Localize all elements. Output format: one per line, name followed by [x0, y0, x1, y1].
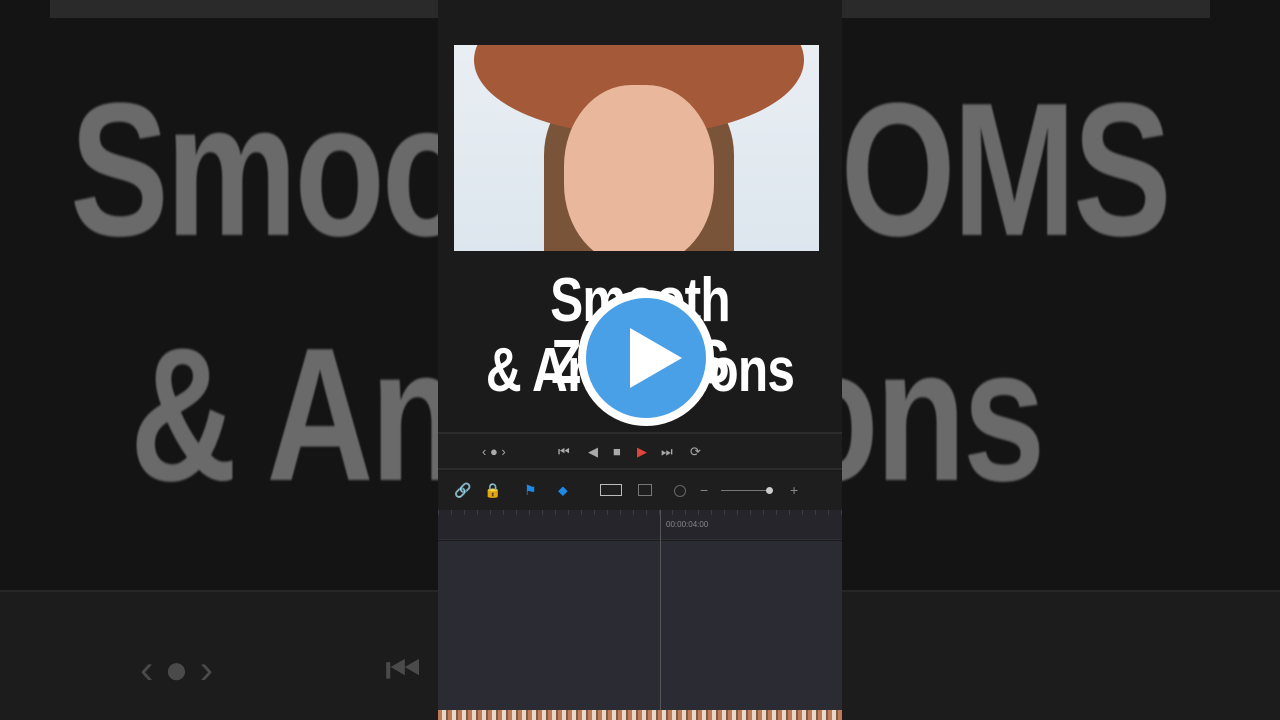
play-button[interactable]	[578, 290, 714, 426]
filmstrip	[438, 710, 842, 720]
lock-icon[interactable]: 🔒	[484, 482, 501, 499]
timeline-tracks[interactable]	[438, 541, 842, 710]
bg-nav: ‹ ● ›	[140, 648, 214, 692]
zoom-detail-icon[interactable]	[638, 484, 652, 496]
play-icon[interactable]: ▶	[637, 444, 647, 460]
timecode-label: 00:00:04:00	[666, 520, 709, 529]
woman-photo	[454, 45, 819, 251]
bg-skip-back-icon: ⏮	[385, 648, 421, 692]
skip-back-icon[interactable]: ⏮	[558, 444, 570, 460]
flag-icon[interactable]: ⚑	[524, 482, 537, 499]
zoom-custom-icon[interactable]	[674, 485, 686, 497]
timeline-ruler[interactable]: 00:00:04:00	[438, 510, 842, 540]
zoom-slider-handle[interactable]	[766, 487, 773, 494]
face	[564, 85, 714, 251]
link-icon[interactable]: 🔗	[454, 482, 471, 499]
timeline-toolbar: 🔗 🔒 ⚑ ⬥ − +	[438, 472, 842, 510]
stop-icon[interactable]: ■	[613, 444, 621, 459]
zoom-full-icon[interactable]	[600, 484, 622, 496]
playhead[interactable]	[660, 510, 661, 710]
zoom-in-button[interactable]: +	[790, 482, 798, 498]
reverse-icon[interactable]: ◀	[588, 444, 598, 460]
skip-forward-icon[interactable]: ⏭	[661, 444, 673, 460]
nav-arrows[interactable]: ‹ ● ›	[482, 444, 506, 459]
zoom-out-button[interactable]: −	[700, 482, 708, 498]
loop-icon[interactable]: ⟳	[690, 444, 701, 460]
marker-icon[interactable]: ⬥	[558, 482, 568, 499]
transport-bar: ‹ ● › ⏮ ◀ ■ ▶ ⏭ ⟳	[438, 432, 842, 470]
